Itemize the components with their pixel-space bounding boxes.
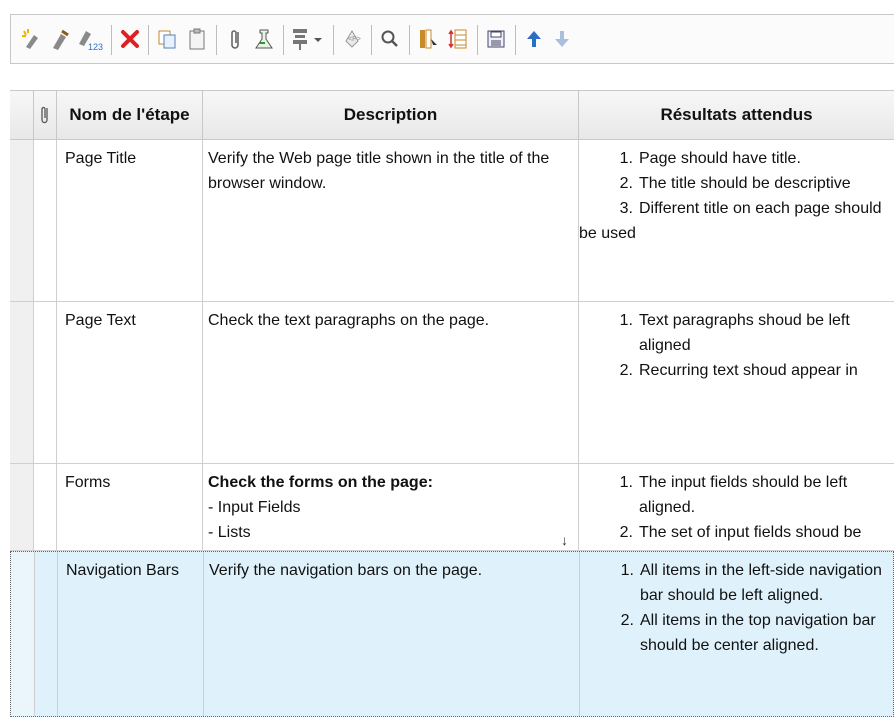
list-item: 2. The title should be descriptive: [619, 175, 851, 192]
paste-button[interactable]: [184, 15, 210, 63]
list-item: 3. Different title on each page should be …: [579, 200, 882, 242]
edit-step-icon: [53, 29, 69, 50]
move-up-icon: [527, 31, 541, 47]
edit-step-button[interactable]: [47, 15, 73, 63]
toolbar-separator: [283, 25, 284, 55]
delete-icon: [121, 30, 139, 48]
row-selector[interactable]: [10, 302, 34, 463]
delete-button[interactable]: [117, 15, 143, 63]
list-item: 2. All items in the top navigation bar sh…: [620, 612, 876, 654]
expected-results-cell[interactable]: 1. The input fields should be left aligne…: [579, 464, 894, 550]
description-cell[interactable]: Verify the Web page title shown in the t…: [203, 140, 579, 301]
list-item: 1. Page should have title.: [619, 150, 801, 167]
new-step-button[interactable]: [19, 15, 45, 63]
new-step-icon: [22, 29, 38, 49]
copy-button[interactable]: [154, 15, 180, 63]
attachment-cell: [34, 464, 57, 550]
description-line: - Input Fields: [208, 499, 301, 516]
expected-results-cell[interactable]: 1. Page should have title. 2. The title sh…: [579, 140, 894, 301]
description-heading: Check the forms on the page:: [208, 474, 433, 491]
step-name-cell[interactable]: Page Title: [57, 140, 203, 301]
svg-text:123: 123: [88, 42, 103, 52]
description-cell[interactable]: Verify the navigation bars on the page.: [204, 552, 580, 716]
toolbar-separator: [409, 25, 410, 55]
toolbar-separator: [148, 25, 149, 55]
copy-icon: [158, 30, 176, 49]
expected-results-cell[interactable]: 1. Text paragraphs shoud be left aligned …: [579, 302, 894, 463]
select-columns-button[interactable]: [415, 15, 441, 63]
description-cell[interactable]: Check the text paragraphs on the page.: [203, 302, 579, 463]
row-selector[interactable]: [10, 464, 34, 550]
attachment-cell: [34, 140, 57, 301]
row-selector[interactable]: [11, 552, 35, 716]
list-item: 2. The set of input fields shoud be: [619, 524, 862, 541]
attachment-cell: [35, 552, 58, 716]
renumber-steps-button[interactable]: 123: [75, 15, 105, 63]
toolbar-separator: [216, 25, 217, 55]
list-item: 1. The input fields should be left aligne…: [619, 474, 848, 516]
attachment-cell: [34, 302, 57, 463]
list-item: 2. Recurring text shoud appear in: [619, 362, 858, 379]
renumber-steps-icon: 123: [79, 31, 103, 52]
select-columns-icon: [420, 29, 437, 49]
toolbar-separator: [111, 25, 112, 55]
parameters-icon: [293, 29, 322, 50]
parameters-button[interactable]: [289, 15, 327, 63]
attachment-icon: [231, 30, 239, 49]
table-row[interactable]: Page Title Verify the Web page title sho…: [10, 140, 894, 302]
step-name-column-header[interactable]: Nom de l'étape: [57, 91, 203, 139]
scroll-down-icon[interactable]: ↓: [561, 528, 568, 550]
expected-results-cell[interactable]: 1. All items in the left-side navigation …: [580, 552, 894, 716]
insert-parameter-icon: <P>: [345, 30, 361, 48]
grid-header: Nom de l'étape Description Résultats att…: [10, 90, 894, 140]
move-up-button[interactable]: [521, 15, 547, 63]
step-name-cell[interactable]: Navigation Bars: [58, 552, 204, 716]
call-test-icon: [255, 29, 273, 49]
table-row-selected[interactable]: Navigation Bars Verify the navigation ba…: [10, 551, 894, 717]
save-button[interactable]: [483, 15, 509, 63]
find-icon: [381, 30, 398, 47]
find-button[interactable]: [377, 15, 403, 63]
save-icon: [487, 30, 505, 48]
list-item: 1. Text paragraphs shoud be left aligned: [619, 312, 850, 354]
row-selector-header: [10, 91, 34, 139]
attachment-column-header[interactable]: [34, 91, 57, 139]
grid-filter-button[interactable]: [445, 15, 471, 63]
insert-parameter-button[interactable]: <P>: [339, 15, 365, 63]
step-name-cell[interactable]: Forms: [57, 464, 203, 550]
row-selector[interactable]: [10, 140, 34, 301]
toolbar-separator: [333, 25, 334, 55]
attachment-icon: [41, 106, 48, 124]
grid-filter-icon: [448, 29, 467, 49]
paste-icon: [189, 28, 205, 50]
list-item: 1. All items in the left-side navigation …: [620, 562, 882, 604]
move-down-button[interactable]: [549, 15, 575, 63]
call-test-button[interactable]: [251, 15, 277, 63]
description-column-header[interactable]: Description: [203, 91, 579, 139]
table-row[interactable]: Page Text Check the text paragraphs on t…: [10, 302, 894, 464]
description-cell[interactable]: Check the forms on the page: - Input Fie…: [203, 464, 579, 550]
design-steps-grid: Nom de l'étape Description Résultats att…: [10, 90, 894, 717]
step-toolbar: 123 <P>: [10, 14, 894, 64]
expected-results-column-header[interactable]: Résultats attendus: [579, 91, 894, 139]
step-name-cell[interactable]: Page Text: [57, 302, 203, 463]
svg-text:<P>: <P>: [348, 36, 361, 43]
attachment-button[interactable]: [223, 15, 247, 63]
toolbar-separator: [477, 25, 478, 55]
table-row[interactable]: Forms Check the forms on the page: - Inp…: [10, 464, 894, 551]
description-line: - Lists: [208, 524, 251, 541]
move-down-icon: [555, 31, 569, 47]
toolbar-separator: [371, 25, 372, 55]
toolbar-separator: [515, 25, 516, 55]
